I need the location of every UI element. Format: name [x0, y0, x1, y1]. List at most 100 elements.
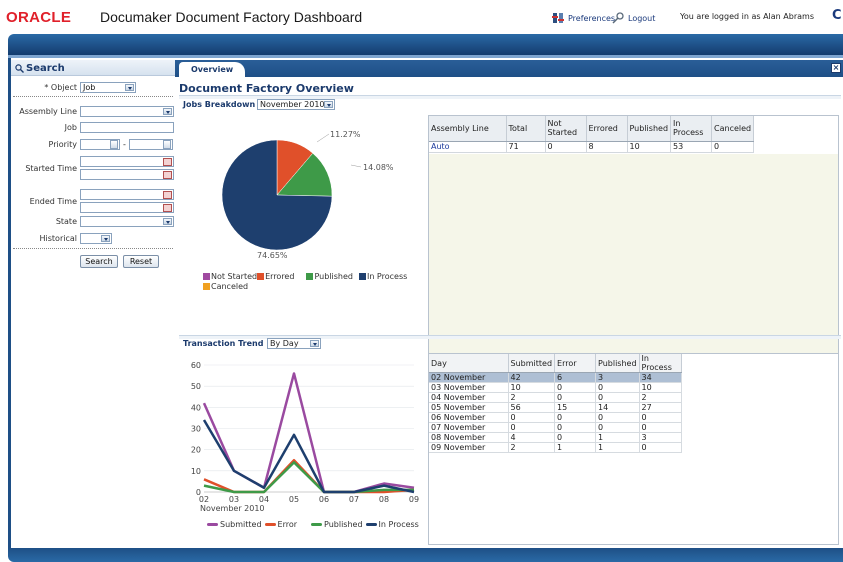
object-row: * Object Job	[11, 82, 175, 94]
page-title: Document Factory Overview	[179, 82, 354, 95]
table-cell: 71	[506, 141, 546, 153]
column-header[interactable]: Published	[595, 354, 640, 373]
jobs-breakdown-period-select[interactable]: November 2010	[257, 99, 335, 110]
column-header[interactable]: Published	[627, 116, 672, 142]
ended-time-to-input[interactable]	[80, 202, 174, 213]
table-cell: 0	[595, 412, 640, 423]
divider	[13, 248, 173, 249]
calendar-icon[interactable]	[163, 204, 172, 212]
reset-button[interactable]: Reset	[123, 255, 159, 268]
table-cell: 1	[595, 432, 640, 443]
stepper-icon[interactable]	[163, 140, 171, 149]
close-icon[interactable]: ×	[831, 63, 841, 73]
table-cell: 56	[508, 402, 556, 413]
object-select[interactable]: Job	[80, 82, 136, 93]
chevron-down-icon	[101, 235, 110, 242]
table-cell: 0	[508, 412, 556, 423]
legend-swatch-errored	[257, 273, 265, 280]
table-cell: 53	[670, 141, 713, 153]
priority-min-input[interactable]	[80, 139, 120, 150]
chevron-down-icon	[163, 218, 172, 225]
calendar-icon[interactable]	[163, 191, 172, 199]
transaction-trend-period-select[interactable]: By Day	[267, 338, 321, 349]
priority-separator: -	[123, 140, 126, 149]
table-cell: 8	[586, 141, 628, 153]
pie-data-label: 74.65%	[257, 251, 288, 260]
table-cell: 06 November	[429, 412, 509, 423]
legend-line-published	[311, 523, 323, 526]
historical-select[interactable]	[80, 233, 112, 244]
table-cell: 10	[627, 141, 672, 153]
table-row[interactable]: 08 November 4 0 1 3	[429, 432, 682, 443]
table-row[interactable]: 05 November 56 15 14 27	[429, 402, 682, 413]
x-tick-label: 03	[229, 495, 239, 504]
table-row[interactable]: 07 November 0 0 0 0	[429, 422, 682, 433]
column-header[interactable]: Day	[429, 354, 509, 373]
transaction-trend-table: Day Submitted Error Published In Process…	[429, 354, 682, 453]
started-time-to-input[interactable]	[80, 169, 174, 180]
calendar-icon[interactable]	[163, 171, 172, 179]
column-header[interactable]: Error	[554, 354, 597, 373]
column-header[interactable]: Errored	[586, 116, 628, 142]
state-select[interactable]	[80, 216, 174, 227]
column-header[interactable]: Not Started	[545, 116, 587, 142]
table-cell: 0	[639, 422, 682, 433]
column-header[interactable]: Submitted	[508, 354, 556, 373]
table-row[interactable]: 03 November 10 0 0 10	[429, 382, 682, 393]
app-title: Documaker Document Factory Dashboard	[100, 9, 363, 25]
column-header[interactable]: Assembly Line	[429, 116, 507, 142]
object-label: * Object	[44, 83, 77, 92]
table-row[interactable]: 09 November 2 1 1 0	[429, 442, 682, 453]
transaction-trend-line-chart: 010203040506002 03 04 05 06 07 08 09November 20…	[191, 361, 419, 513]
ended-time-from-input[interactable]	[80, 189, 174, 200]
legend-published-line: Published	[324, 520, 363, 529]
x-tick-label: 02	[199, 495, 209, 504]
table-row[interactable]: 02 November 42 6 3 34	[429, 372, 682, 383]
table-cell: 0	[595, 422, 640, 433]
table-cell: 09 November	[429, 442, 509, 453]
table-cell: 08 November	[429, 432, 509, 443]
login-status: You are logged in as Alan Abrams	[680, 12, 814, 21]
priority-row: Priority -	[11, 139, 175, 151]
preferences-link[interactable]: Preferences	[552, 12, 615, 24]
priority-label: Priority	[48, 140, 77, 149]
column-header[interactable]: In Process	[639, 354, 682, 373]
tab-overview[interactable]: Overview	[179, 62, 245, 77]
started-time-from-input[interactable]	[80, 156, 174, 167]
started-time-label: Started Time	[25, 164, 77, 173]
chevron-down-icon	[324, 101, 333, 108]
column-header[interactable]: Canceled	[711, 116, 755, 142]
preferences-label: Preferences	[568, 13, 616, 23]
assembly-line-link[interactable]: Auto	[429, 141, 507, 153]
calendar-icon[interactable]	[163, 158, 172, 166]
series-line-submitted[interactable]	[202, 372, 415, 494]
series-line-published[interactable]	[203, 461, 414, 494]
table-row[interactable]: 04 November 2 0 0 2	[429, 392, 682, 403]
column-header[interactable]: Total	[506, 116, 546, 142]
logout-link[interactable]: Logout	[612, 12, 655, 24]
ended-time-row: Ended Time	[11, 189, 175, 213]
pie-leader-line	[350, 164, 362, 168]
assembly-line-table-panel: Assembly Line Total Not Started Errored …	[428, 115, 839, 385]
help-link[interactable]: C	[832, 8, 842, 23]
legend-error: Error	[277, 520, 298, 529]
column-header[interactable]: In Process	[670, 116, 713, 142]
job-input[interactable]	[80, 122, 174, 133]
table-row[interactable]: Auto 71 0 8 10 53 0	[429, 141, 755, 153]
search-button[interactable]: Search	[80, 255, 118, 268]
assembly-line-row: Assembly Line	[11, 106, 175, 118]
x-tick-label: 08	[379, 495, 389, 504]
stepper-icon[interactable]	[110, 140, 118, 149]
search-title-label: Search	[26, 63, 65, 74]
table-empty-area	[429, 154, 838, 384]
table-cell: 0	[554, 382, 597, 393]
table-row[interactable]: 06 November 0 0 0 0	[429, 412, 682, 423]
legend-canceled: Canceled	[211, 282, 249, 291]
tab-strip: Overview ×	[175, 60, 843, 77]
main-area: Overview × Document Factory Overview Job…	[175, 60, 843, 548]
state-row: State	[11, 216, 175, 228]
priority-max-input[interactable]	[129, 139, 173, 150]
table-cell: 0	[554, 412, 597, 423]
assembly-line-select[interactable]	[80, 106, 174, 117]
legend-published: Published	[314, 272, 353, 281]
